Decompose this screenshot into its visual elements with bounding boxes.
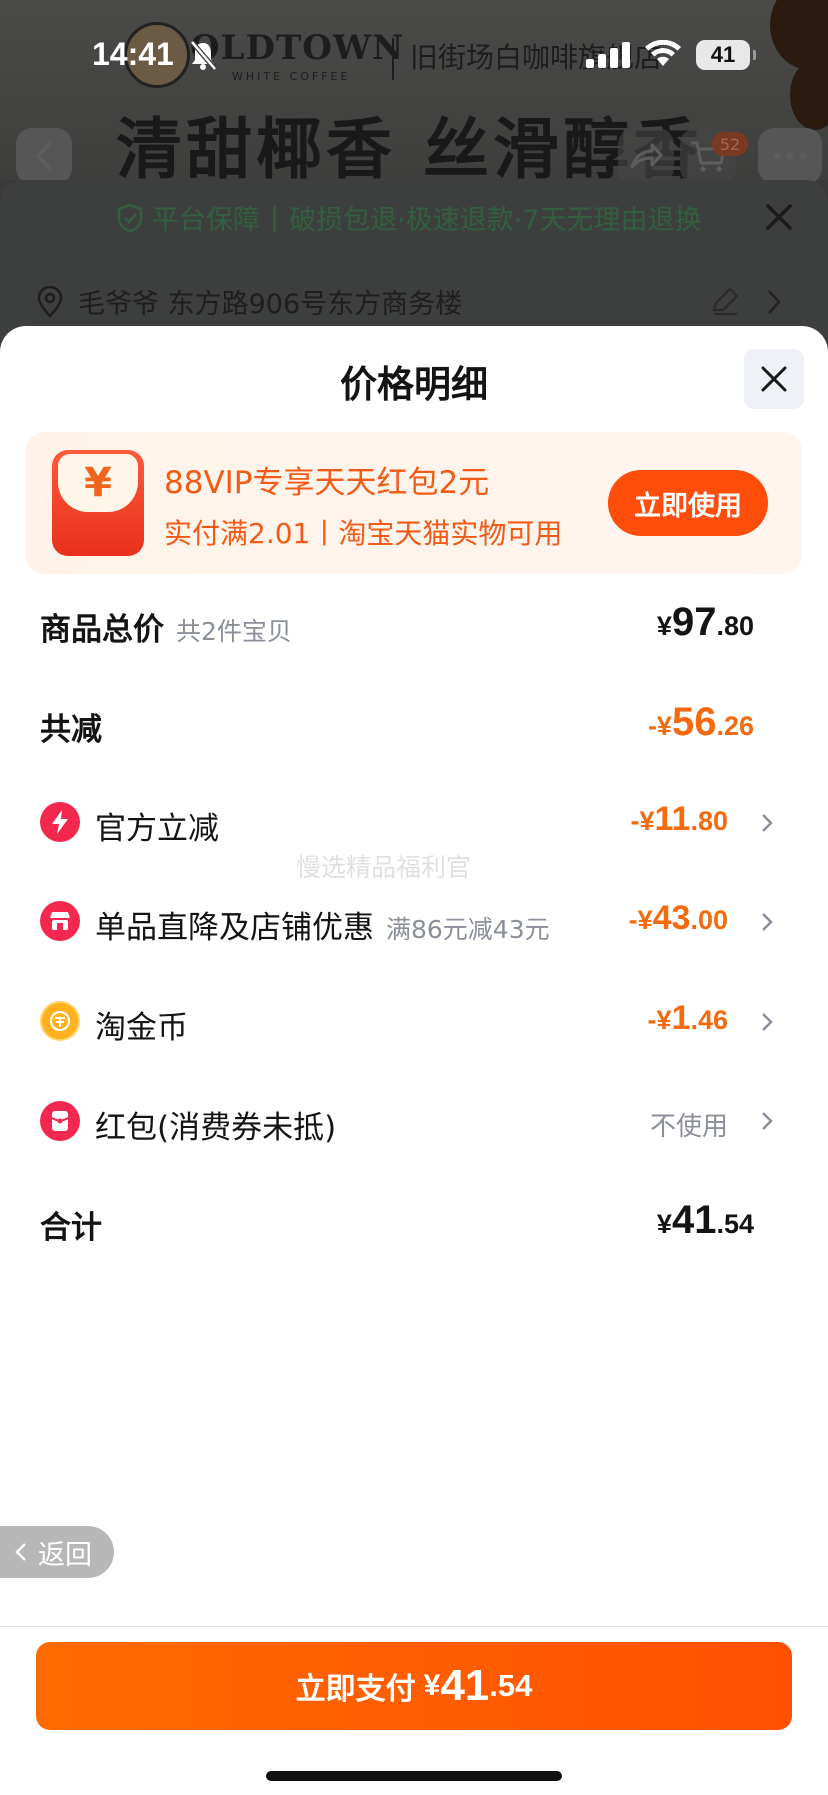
back-nav-button[interactable]	[16, 128, 72, 184]
reduce-dec: .26	[716, 711, 754, 741]
more-button[interactable]	[758, 128, 822, 184]
coin-int: 1	[671, 999, 691, 1037]
back-label: 返回	[38, 1539, 92, 1571]
shop-dec: .00	[690, 905, 728, 935]
signal-icon	[586, 42, 630, 68]
pay-dec: .54	[489, 1668, 533, 1703]
promo-title: 88VIP专享天天红包2元	[164, 465, 490, 501]
shop-discount-rule: 满86元减43元	[386, 915, 550, 944]
coin-dec: .46	[690, 1005, 728, 1035]
sum-amount: ¥41.54	[657, 1198, 754, 1243]
total-amount: ¥97.80	[657, 600, 754, 645]
coin-amount[interactable]: -¥1.46	[648, 999, 728, 1038]
chevron-right-icon	[768, 290, 781, 314]
shop-int: 43	[652, 899, 691, 937]
sum-label: 合计	[40, 1210, 102, 1246]
redpacket-value[interactable]: 不使用	[650, 1106, 728, 1143]
edit-icon[interactable]	[710, 286, 740, 316]
coin-label: 淘金币	[95, 1010, 188, 1046]
sheet-title: 价格明细	[340, 363, 488, 406]
lightning-icon	[40, 802, 80, 842]
close-icon	[761, 366, 787, 392]
share-button[interactable]	[618, 128, 674, 184]
share-icon	[630, 143, 663, 169]
pay-int: 41	[440, 1661, 490, 1710]
pay-now-button[interactable]: 立即支付 ¥41.54	[36, 1642, 792, 1730]
official-int: 11	[654, 800, 691, 838]
close-guarantee-icon[interactable]	[764, 202, 794, 232]
guarantee-detail: 破损包退·极速退款·7天无理由退换	[289, 205, 702, 236]
reduce-currency: -¥	[647, 711, 672, 741]
pay-currency: ¥	[423, 1669, 441, 1702]
shield-check-icon	[117, 203, 143, 232]
store-icon	[40, 901, 80, 941]
watermark-text: 慢选精品福利官	[296, 853, 472, 882]
sum-dec: .54	[716, 1209, 754, 1239]
shop-amount[interactable]: -¥43.00	[629, 899, 728, 938]
shop-currency: -¥	[628, 905, 653, 935]
chevron-right-icon[interactable]	[760, 812, 774, 834]
total-dec: .80	[716, 611, 754, 641]
official-amount[interactable]: -¥11.80	[630, 800, 728, 839]
delivery-address[interactable]: 毛爷爷 东方路906号东方商务楼	[36, 282, 462, 321]
coin-currency: -¥	[647, 1005, 672, 1035]
more-dots-icon	[773, 152, 807, 160]
back-button[interactable]: 返回	[0, 1526, 114, 1578]
total-label: 商品总价	[40, 612, 164, 648]
official-currency: -¥	[630, 806, 655, 836]
address-text: 毛爷爷 东方路906号东方商务楼	[78, 289, 463, 320]
footer-divider	[0, 1626, 828, 1627]
platform-guarantee-bar: 平台保障 | 破损包退·极速退款·7天无理由退换	[116, 198, 701, 237]
pay-label: 立即支付	[295, 1672, 416, 1707]
bell-muted-icon	[190, 40, 216, 70]
location-pin-icon	[37, 285, 63, 318]
promo-subtitle: 实付满2.01丨淘宝天猫实物可用	[164, 517, 563, 550]
official-dec: .80	[690, 806, 728, 836]
wifi-icon	[645, 40, 681, 66]
chevron-left-icon	[15, 1543, 26, 1561]
battery-indicator: 41	[696, 40, 756, 70]
sum-currency: ¥	[656, 1209, 672, 1239]
use-now-button[interactable]: 立即使用	[608, 470, 768, 536]
status-time: 14:41	[92, 36, 174, 72]
reduce-int: 56	[671, 700, 717, 744]
chevron-right-icon[interactable]	[760, 1011, 774, 1033]
redpacket-icon: ¥	[52, 450, 144, 556]
close-sheet-button[interactable]	[744, 349, 804, 409]
chevron-right-icon[interactable]	[760, 911, 774, 933]
redpacket-small-icon	[40, 1101, 80, 1141]
status-bar: 14:41 41	[0, 0, 828, 110]
chevron-left-icon	[35, 142, 51, 170]
row-total-label: 商品总价 共2件宝贝	[40, 604, 292, 649]
chevron-right-icon[interactable]	[760, 1110, 774, 1132]
total-item-count: 共2件宝贝	[176, 617, 292, 646]
guarantee-title: 平台保障	[152, 205, 260, 236]
total-int: 97	[671, 600, 717, 644]
guarantee-separator: |	[270, 202, 280, 233]
shop-label: 单品直降及店铺优惠	[95, 910, 374, 946]
redpacket-label: 红包(消费券未抵)	[95, 1110, 337, 1146]
cart-count-badge: 52	[712, 132, 748, 156]
reduce-amount: -¥56.26	[648, 700, 754, 745]
yuan-icon: ¥	[58, 454, 138, 512]
shop-discount-label: 单品直降及店铺优惠 满86元减43元	[95, 902, 550, 947]
official-label: 官方立减	[95, 811, 219, 847]
sum-int: 41	[671, 1198, 717, 1242]
total-currency: ¥	[656, 611, 672, 641]
reduce-label: 共减	[40, 712, 102, 748]
home-indicator[interactable]	[266, 1771, 562, 1781]
coin-icon	[40, 1001, 80, 1041]
